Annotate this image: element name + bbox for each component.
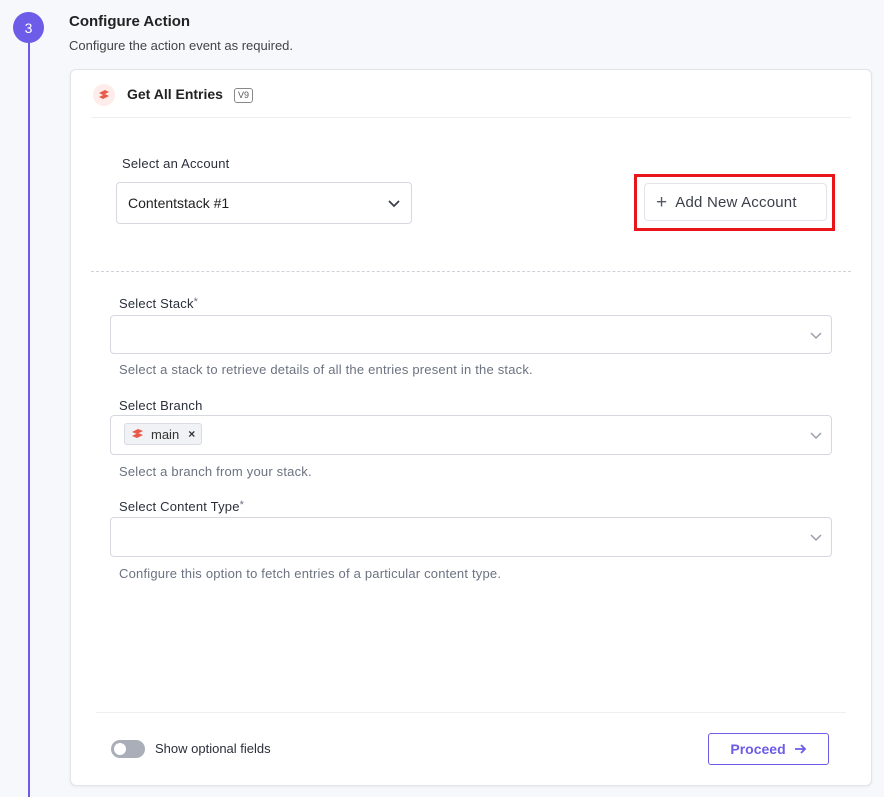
- remove-tag-icon[interactable]: ×: [188, 427, 195, 441]
- chevron-down-icon: [388, 200, 400, 208]
- proceed-label: Proceed: [730, 741, 786, 757]
- branch-select[interactable]: main ×: [110, 415, 832, 455]
- branch-label: Select Branch: [119, 398, 203, 413]
- add-new-account-label: Add New Account: [675, 193, 797, 211]
- configure-action-card: Get All Entries V9 Select an Account Con…: [70, 69, 872, 786]
- chevron-down-icon: [810, 331, 822, 339]
- account-select[interactable]: Contentstack #1: [116, 182, 412, 224]
- toggle-knob: [114, 743, 126, 755]
- chevron-down-icon: [810, 432, 822, 440]
- optional-fields-label: Show optional fields: [155, 741, 271, 756]
- chevron-down-icon: [810, 534, 822, 542]
- content-type-label: Select Content Type*: [119, 499, 245, 514]
- arrow-right-icon: [794, 743, 807, 755]
- proceed-button[interactable]: Proceed: [708, 733, 829, 765]
- account-label: Select an Account: [122, 156, 230, 171]
- branch-tag: main ×: [124, 423, 203, 445]
- version-badge: V9: [234, 88, 254, 103]
- stack-label: Select Stack*: [119, 296, 199, 311]
- section-divider: [91, 271, 851, 272]
- optional-fields-toggle[interactable]: [111, 740, 145, 758]
- configure-action-page: 3 Configure Action Configure the action …: [0, 0, 884, 797]
- stack-select[interactable]: [110, 315, 832, 354]
- stack-help-text: Select a stack to retrieve details of al…: [119, 362, 533, 377]
- step-subtitle: Configure the action event as required.: [69, 38, 294, 53]
- step-number-badge: 3: [13, 12, 44, 43]
- plus-icon: +: [656, 191, 668, 213]
- branch-tag-label: main: [151, 426, 180, 442]
- action-title: Get All Entries: [127, 86, 223, 102]
- content-type-help-text: Configure this option to fetch entries o…: [119, 566, 502, 581]
- step-title: Configure Action: [69, 13, 191, 30]
- step-timeline-line: [28, 40, 30, 797]
- content-type-select[interactable]: [110, 517, 832, 557]
- contentstack-logo-icon: [93, 84, 115, 106]
- add-new-account-button[interactable]: + Add New Account: [644, 183, 827, 221]
- contentstack-logo-icon: [131, 428, 145, 440]
- card-header: Get All Entries V9: [91, 70, 851, 118]
- account-select-value: Contentstack #1: [128, 195, 230, 211]
- footer-divider: [96, 712, 846, 713]
- branch-help-text: Select a branch from your stack.: [119, 464, 312, 479]
